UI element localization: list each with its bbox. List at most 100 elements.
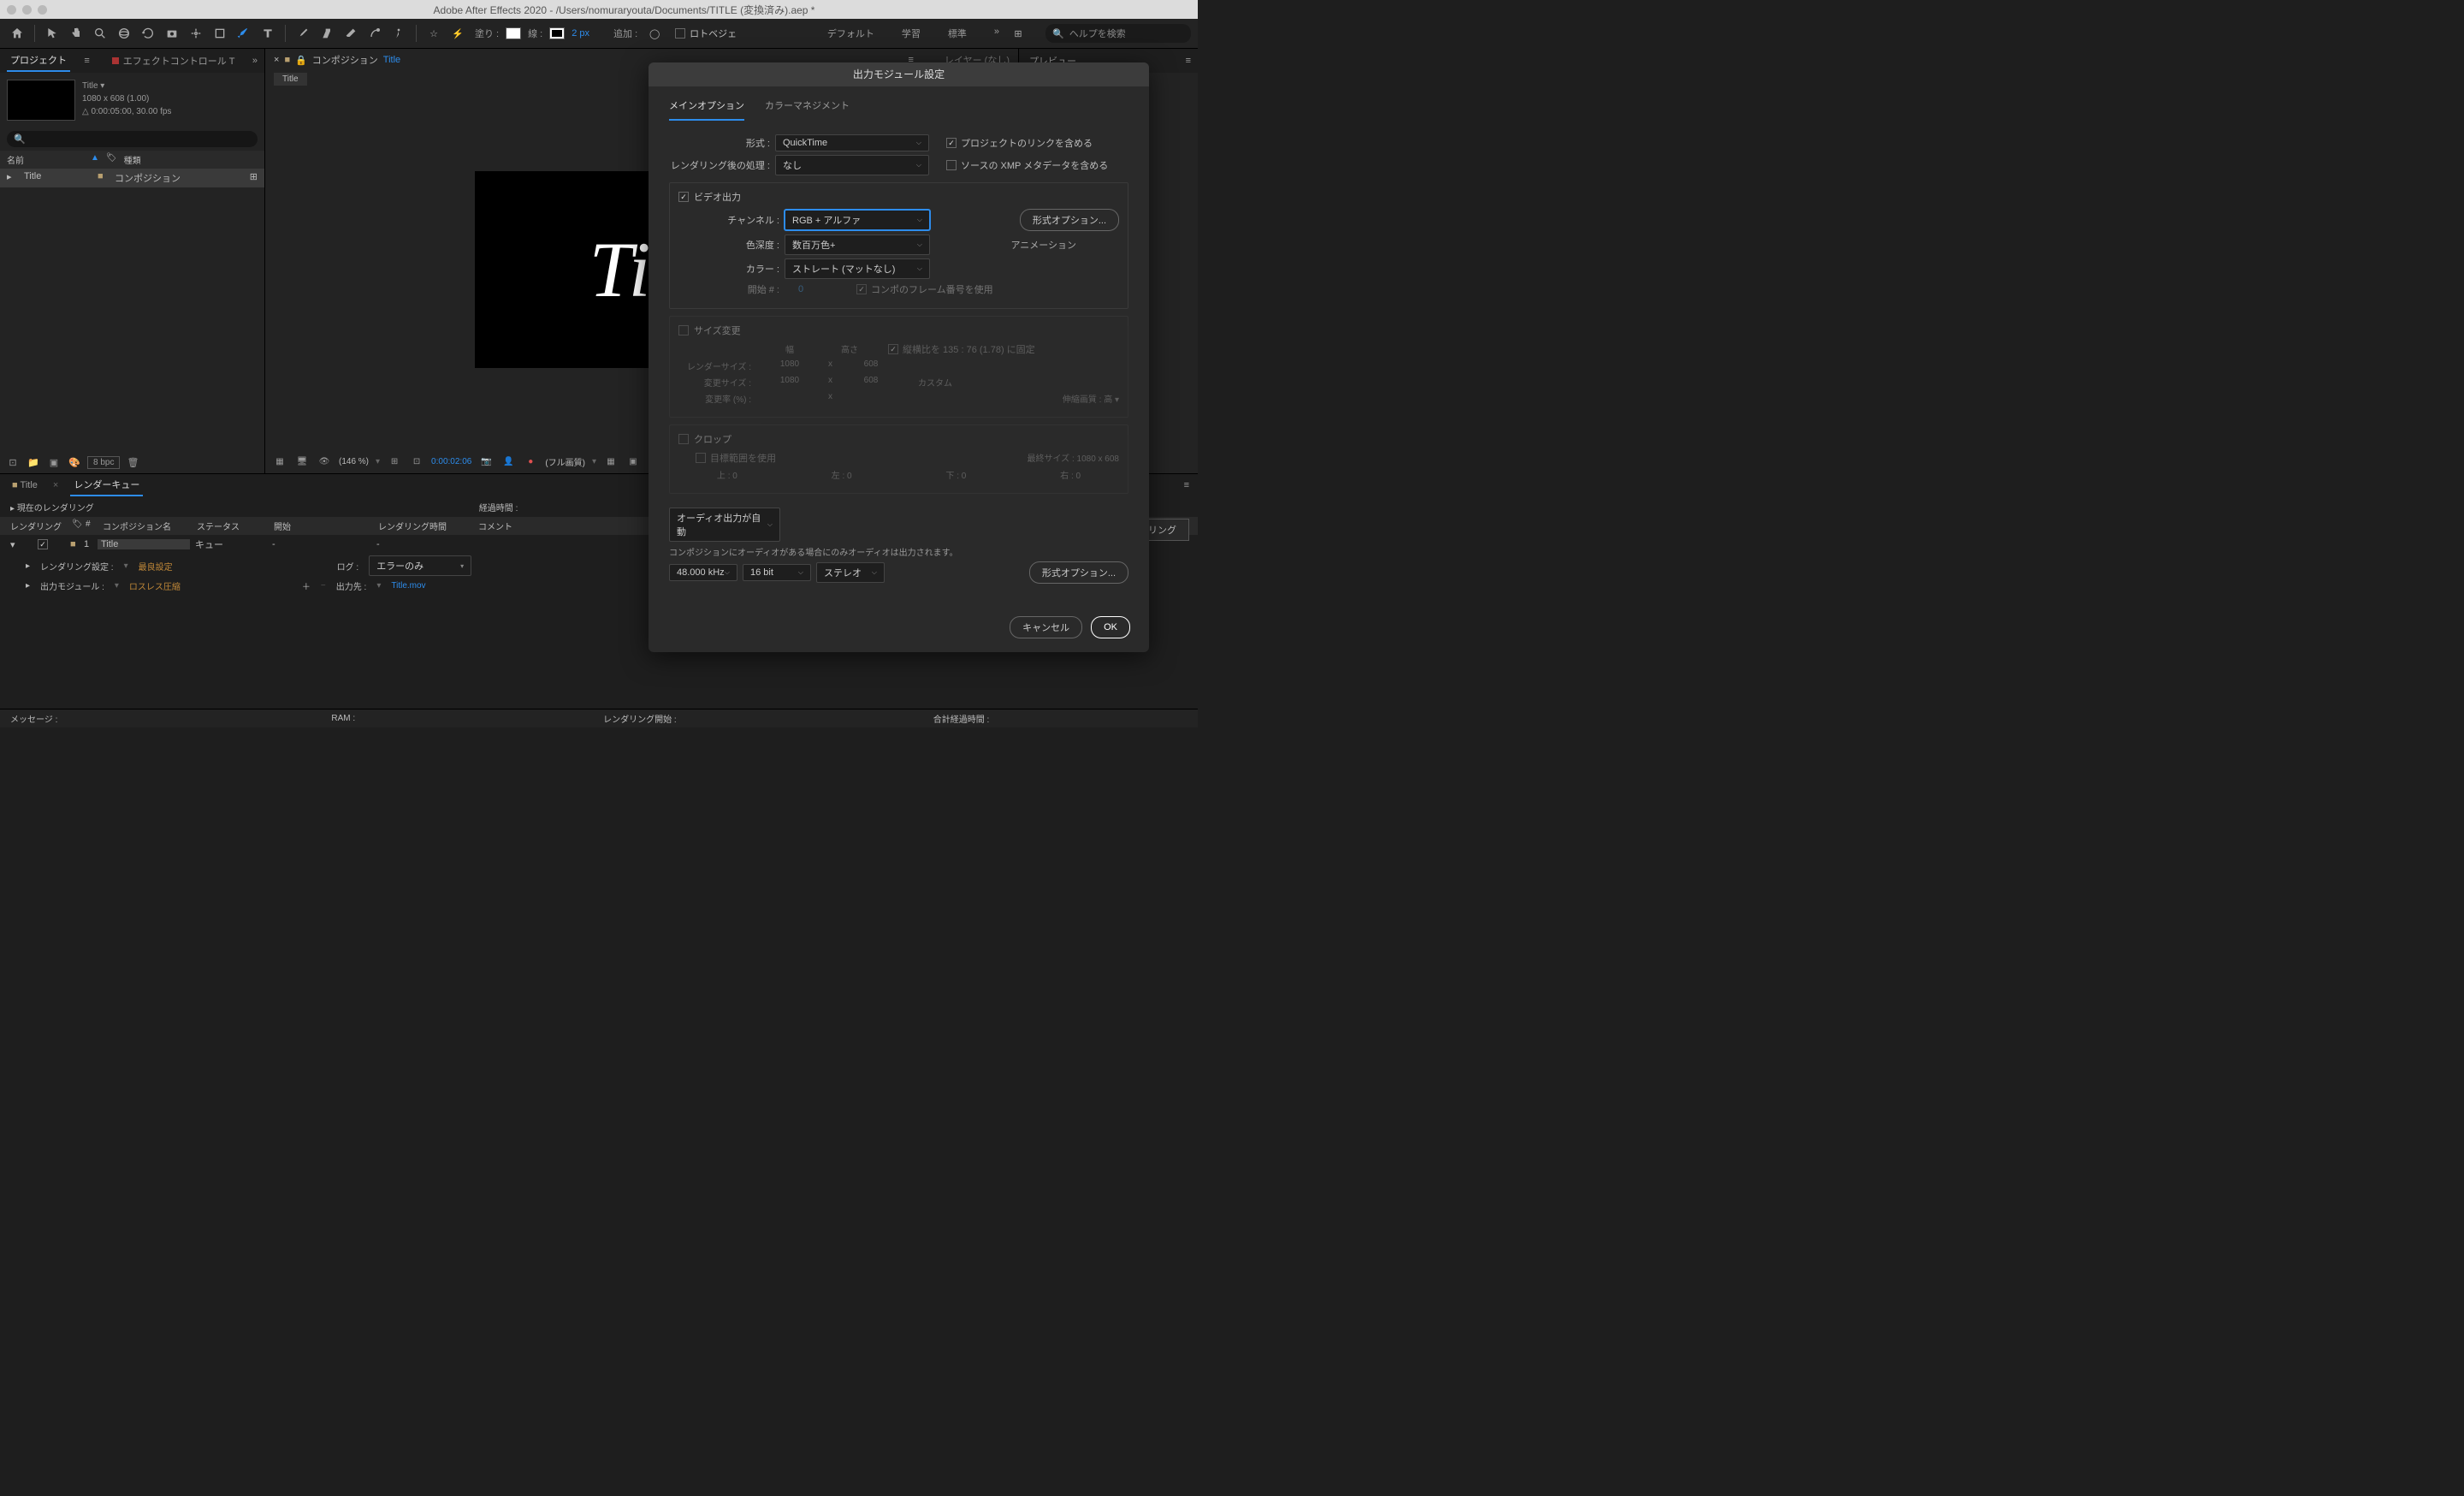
fill-swatch[interactable]: [506, 27, 521, 39]
zoom-tool-icon[interactable]: [90, 23, 110, 44]
audio-format-options-button[interactable]: 形式オプション...: [1029, 561, 1128, 584]
audio-bit-dropdown[interactable]: 16 bit⌵: [743, 564, 811, 581]
rotate-tool-icon[interactable]: [138, 23, 158, 44]
timecode[interactable]: 0:00:02:06: [431, 457, 471, 466]
include-link-check[interactable]: プロジェクトのリンクを含める: [946, 136, 1093, 150]
tab-project[interactable]: プロジェクト: [7, 50, 70, 72]
fx-icon[interactable]: ▦: [603, 454, 619, 469]
channel-dropdown[interactable]: RGB + アルファ⌵: [785, 210, 930, 230]
render-settings-link[interactable]: 最良設定: [139, 560, 173, 573]
mask-icon[interactable]: 👁: [317, 454, 332, 469]
workspace-default[interactable]: デフォルト: [822, 23, 880, 44]
ok-button[interactable]: OK: [1091, 616, 1130, 638]
tab-effect-controls[interactable]: エフェクトコントロール T: [109, 50, 239, 71]
format-dropdown[interactable]: QuickTime⌵: [775, 134, 929, 151]
rect-tool-icon[interactable]: [210, 23, 230, 44]
eraser-tool-icon[interactable]: [341, 23, 361, 44]
lock-icon[interactable]: 🔒: [295, 55, 307, 66]
add-label: 追加 :: [613, 27, 637, 40]
tab-main-options[interactable]: メインオプション: [669, 95, 744, 121]
selection-tool-icon[interactable]: [42, 23, 62, 44]
cancel-button[interactable]: キャンセル: [1010, 616, 1082, 638]
depth-dropdown[interactable]: 数百万色+⌵: [785, 234, 930, 255]
remove-om-icon[interactable]: −: [321, 581, 326, 591]
pen-tool-icon[interactable]: [234, 23, 254, 44]
audio-chan-dropdown[interactable]: ステレオ⌵: [816, 562, 885, 583]
snap-opts-icon[interactable]: ⚡: [447, 23, 468, 44]
brush-tool-icon[interactable]: [293, 23, 313, 44]
camera-tool-icon[interactable]: [162, 23, 182, 44]
workspace-standard[interactable]: 標準: [943, 23, 972, 44]
workspace-overflow-icon[interactable]: »: [989, 23, 1004, 44]
workspace-tabs: デフォルト 学習 標準 »: [822, 23, 1004, 44]
snap-icon[interactable]: ☆: [424, 23, 444, 44]
project-search[interactable]: 🔍: [7, 131, 258, 147]
home-icon[interactable]: [7, 23, 27, 44]
roto-tool-icon[interactable]: [364, 23, 385, 44]
alpha-icon[interactable]: ▦: [272, 454, 287, 469]
include-xmp-check[interactable]: ソースの XMP メタデータを含める: [946, 158, 1108, 172]
label-icon[interactable]: 🏷: [106, 153, 117, 166]
interpret-icon[interactable]: ⊡: [5, 454, 21, 470]
zoom-dropdown[interactable]: (146 %): [339, 457, 369, 466]
transparent-icon[interactable]: ▣: [625, 454, 641, 469]
format-options-button[interactable]: 形式オプション...: [1020, 209, 1119, 231]
output-file-link[interactable]: Title.mov: [391, 581, 425, 591]
stroke-px[interactable]: 2 px: [572, 28, 589, 39]
search-icon: 🔍: [1052, 28, 1064, 39]
clone-tool-icon[interactable]: [317, 23, 337, 44]
add-dropdown-icon[interactable]: ◯: [644, 23, 665, 44]
comp-subtab[interactable]: Title: [274, 73, 307, 86]
audio-rate-dropdown[interactable]: 48.000 kHz⌵: [669, 564, 737, 581]
adjust-icon[interactable]: 🎨: [67, 454, 82, 470]
tab-render-queue[interactable]: レンダーキュー: [70, 474, 143, 496]
hand-tool-icon[interactable]: [66, 23, 86, 44]
overflow-icon[interactable]: »: [252, 56, 258, 66]
rotobezier-checkbox[interactable]: [675, 28, 685, 39]
post-render-dropdown[interactable]: なし⌵: [775, 155, 929, 175]
video-output-checkbox[interactable]: [678, 192, 689, 202]
quality-dropdown[interactable]: (フル画質): [545, 455, 585, 468]
render-row-checkbox[interactable]: [38, 539, 48, 549]
stroke-swatch[interactable]: [549, 27, 565, 39]
comp-tab-title[interactable]: Title: [383, 55, 400, 65]
output-module-dialog: 出力モジュール設定 メインオプション カラーマネジメント 形式 : QuickT…: [649, 62, 1149, 652]
orbit-tool-icon[interactable]: [114, 23, 134, 44]
pan-behind-tool-icon[interactable]: [186, 23, 206, 44]
project-columns: 名前 ▲ 🏷 種類: [0, 151, 264, 169]
crop-checkbox[interactable]: [678, 434, 689, 444]
channels-icon[interactable]: ●: [523, 454, 538, 469]
project-panel-menu-icon[interactable]: ≡: [84, 56, 89, 66]
preview-panel-menu-icon[interactable]: ≡: [1186, 56, 1191, 66]
trash-icon[interactable]: 🗑: [125, 454, 140, 470]
traffic-lights[interactable]: [7, 5, 47, 15]
output-module-link[interactable]: ロスレス圧縮: [129, 579, 181, 592]
show-snap-icon[interactable]: 👤: [500, 454, 516, 469]
bpc-toggle[interactable]: 8 bpc: [87, 456, 120, 469]
audio-mode-dropdown[interactable]: オーディオ出力が自動⌵: [669, 508, 780, 542]
rq-panel-menu-icon[interactable]: ≡: [1184, 480, 1189, 490]
monitor-icon[interactable]: 🖥: [294, 454, 310, 469]
puppet-tool-icon[interactable]: [388, 23, 409, 44]
close-icon[interactable]: ×: [274, 55, 279, 65]
panel-icon[interactable]: ⊞: [1008, 23, 1028, 44]
resize-checkbox[interactable]: [678, 325, 689, 335]
workspace-learn[interactable]: 学習: [897, 23, 926, 44]
flowchart-icon[interactable]: ⊞: [250, 171, 258, 185]
snapshot-icon[interactable]: 📷: [478, 454, 494, 469]
folder-icon[interactable]: 📁: [26, 454, 41, 470]
add-om-icon[interactable]: ＋: [302, 579, 311, 592]
grid-icon[interactable]: ⊞: [387, 454, 402, 469]
project-row[interactable]: ▸ Title ■ コンポジション ⊞: [0, 169, 264, 187]
rotobezier-check[interactable]: ロトベジェ: [675, 27, 737, 40]
fill-label: 塗り :: [475, 27, 499, 40]
help-search[interactable]: 🔍 ヘルプを検索: [1045, 24, 1191, 43]
tab-timeline[interactable]: ■ Title: [9, 477, 41, 494]
audio-section: オーディオ出力が自動⌵ コンポジションにオーディオがある場合にのみオーディオは出…: [669, 501, 1128, 591]
new-comp-icon[interactable]: ▣: [46, 454, 62, 470]
tab-color-management[interactable]: カラーマネジメント: [765, 95, 850, 121]
color-dropdown[interactable]: ストレート (マットなし)⌵: [785, 258, 930, 279]
guides-icon[interactable]: ⊡: [409, 454, 424, 469]
log-dropdown[interactable]: エラーのみ▾: [369, 555, 471, 576]
type-tool-icon[interactable]: [258, 23, 278, 44]
